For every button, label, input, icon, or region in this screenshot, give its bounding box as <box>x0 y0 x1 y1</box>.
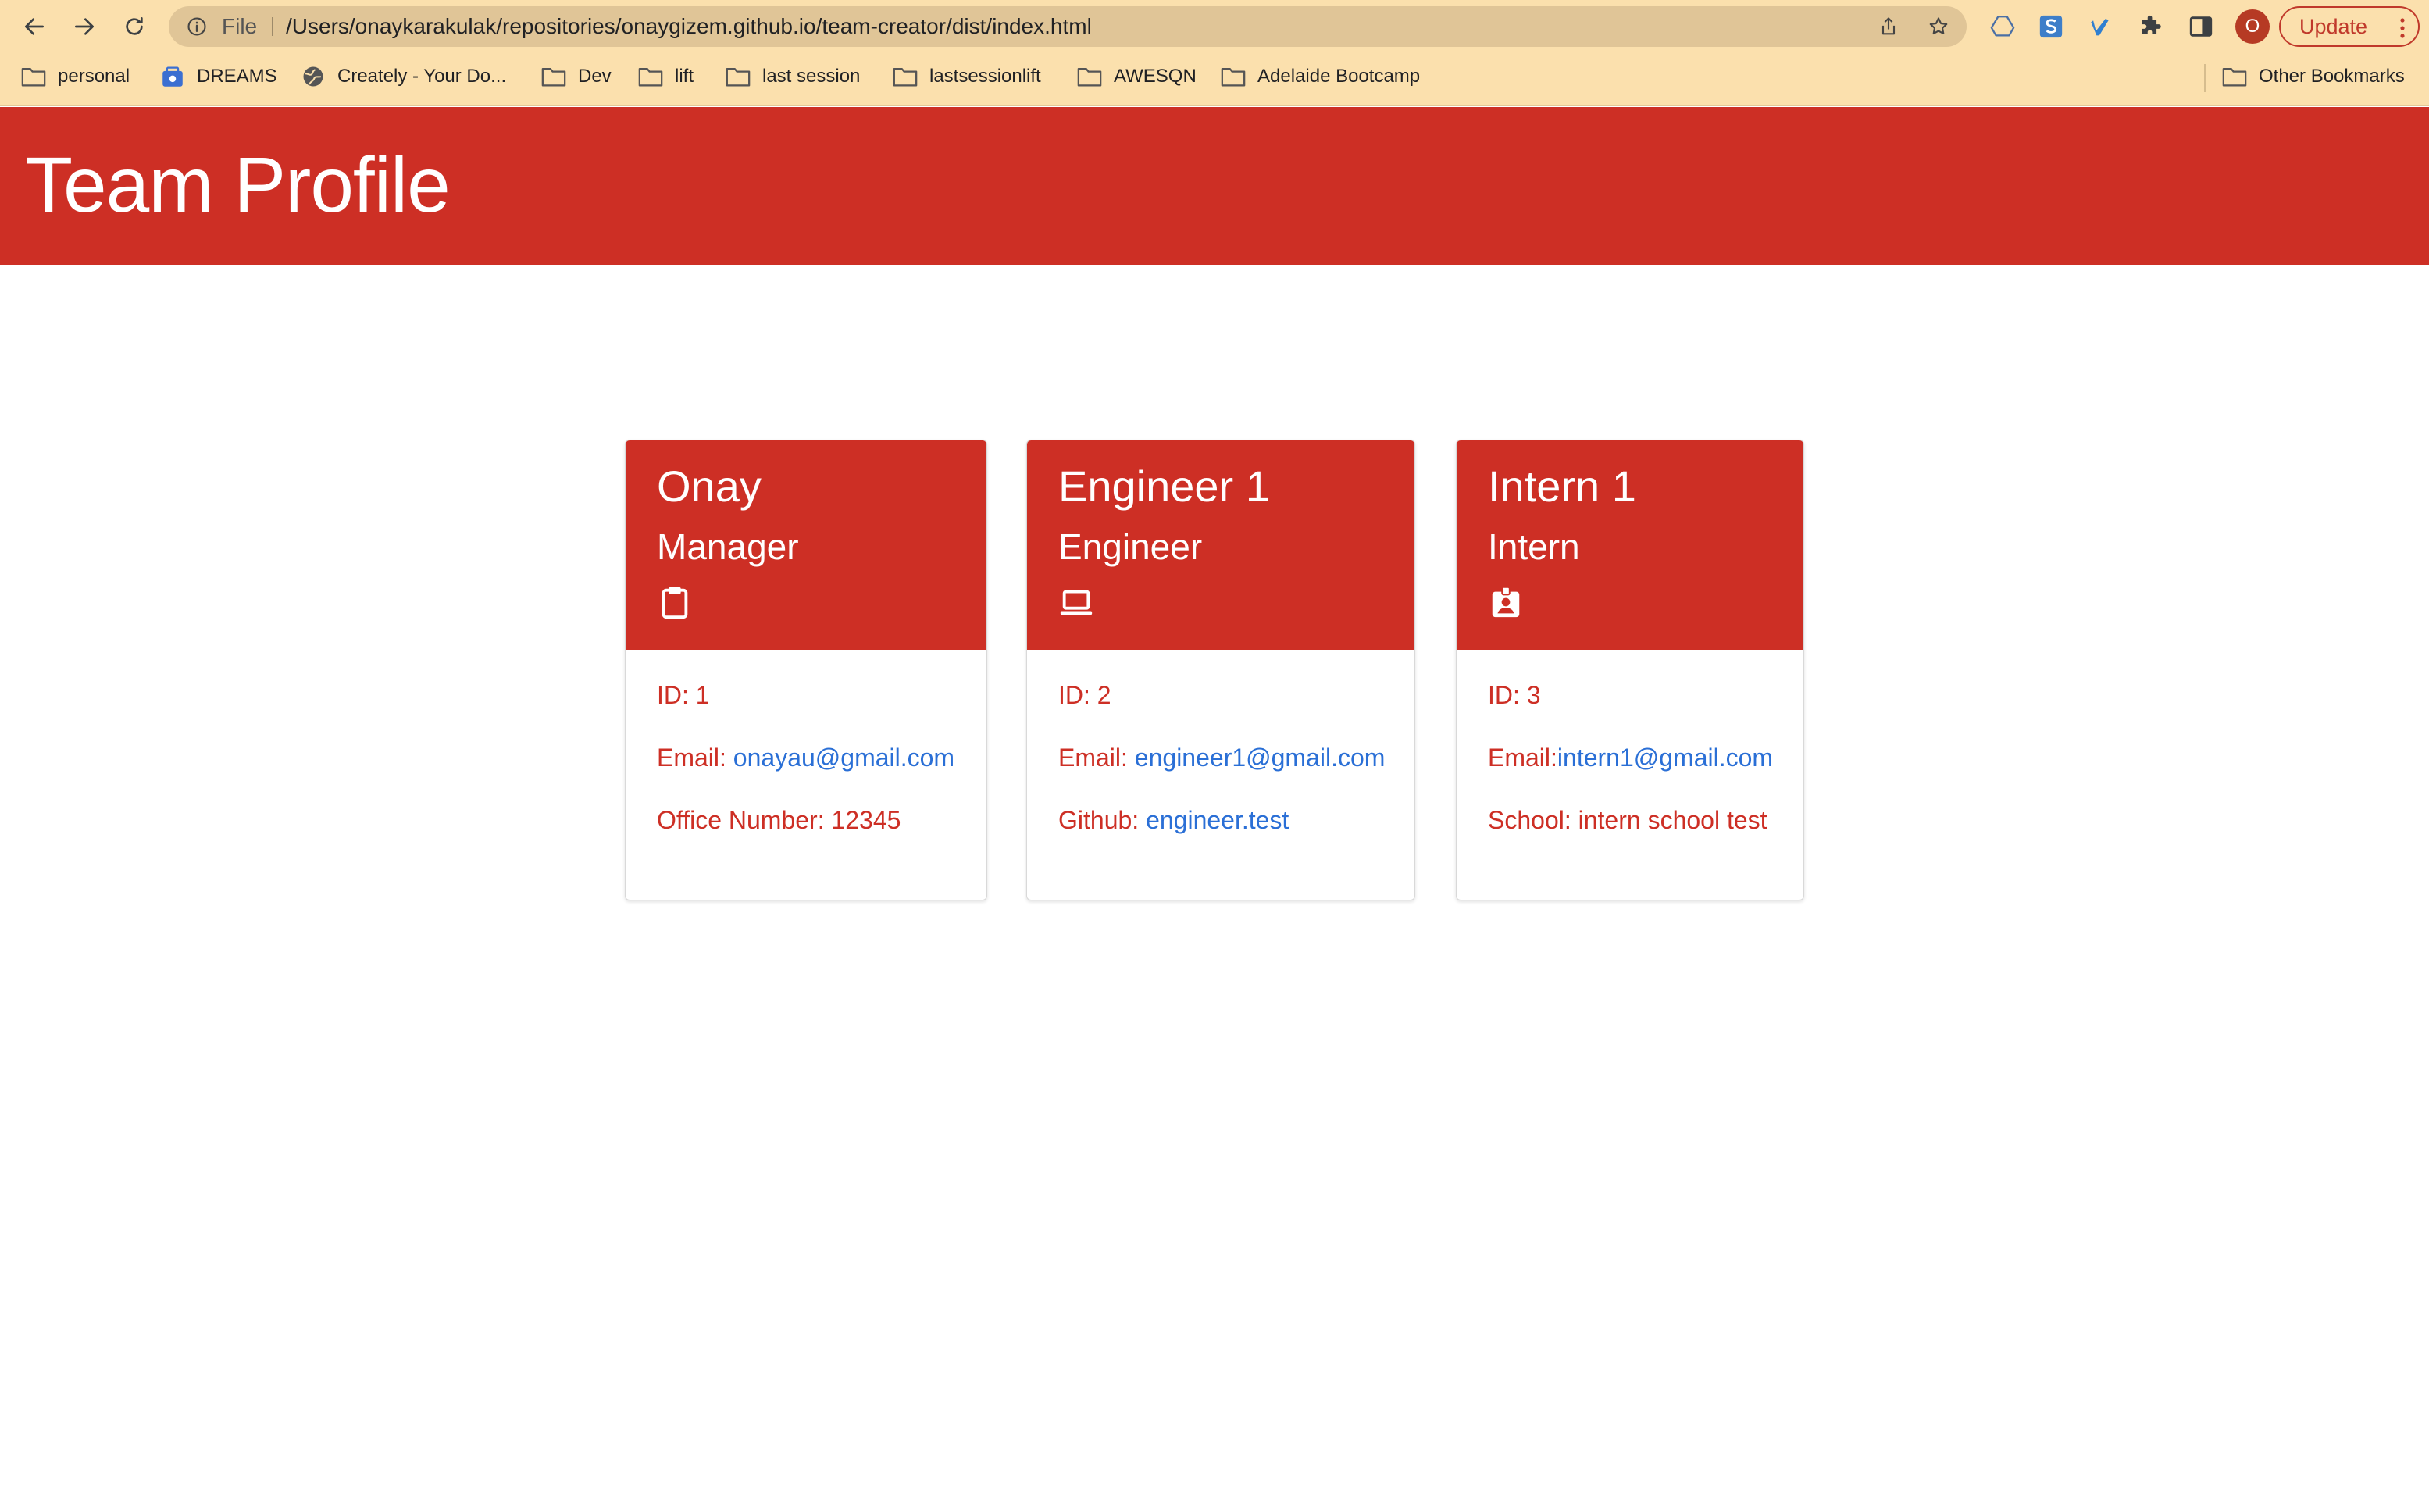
card-email-link[interactable]: engineer1@gmail.com <box>1135 744 1386 772</box>
reload-icon <box>126 17 143 35</box>
card-school: School: intern school test <box>1488 806 1767 834</box>
bookmark-lastsessionlift[interactable]: lastsessionlift <box>892 53 1041 100</box>
bookmark-dreams[interactable]: DREAMS <box>159 53 277 100</box>
page-header: Team Profile <box>0 107 2429 265</box>
update-button-label: Update <box>2299 14 2368 38</box>
card-header: Engineer 1 Engineer <box>1027 440 1414 650</box>
card-email-row: Email:intern1@gmail.com <box>1488 744 1773 772</box>
update-button[interactable]: Update <box>2279 6 2420 47</box>
profile-avatar[interactable]: O <box>2235 9 2270 44</box>
drive-extension-icon[interactable] <box>1987 11 2018 42</box>
bookmark-label: AWESQN <box>1114 66 1197 87</box>
address-bar[interactable]: File /Users/onaykarakulak/repositories/o… <box>169 6 1967 47</box>
card-role: Engineer <box>1058 526 1203 567</box>
arrow-right-icon <box>75 18 94 35</box>
bookmark-label: Adelaide Bootcamp <box>1257 66 1421 87</box>
browser-toolbar: File /Users/onaykarakulak/repositories/o… <box>0 0 2429 53</box>
card-email-link[interactable]: onayau@gmail.com <box>733 744 954 772</box>
team-card-manager: Onay Manager ID: 1 Email: onayau@gmail.c… <box>625 440 987 900</box>
folder-icon <box>541 67 566 87</box>
card-email-row: Email: onayau@gmail.com <box>657 744 954 772</box>
card-email-label: Email: <box>657 744 733 772</box>
arrow-left-icon <box>25 18 44 35</box>
card-header: Intern 1 Intern <box>1457 440 1803 650</box>
bookmark-awesqn[interactable]: AWESQN <box>1076 53 1197 100</box>
card-office-number: Office Number: 12345 <box>657 806 901 834</box>
s-extension-icon[interactable] <box>2035 11 2067 42</box>
card-name: Onay <box>657 462 762 511</box>
info-icon[interactable] <box>186 16 208 37</box>
team-card-engineer: Engineer 1 Engineer ID: 2 Email: enginee… <box>1026 440 1415 900</box>
card-role: Intern <box>1488 526 1580 567</box>
star-icon[interactable] <box>1928 16 1949 37</box>
bookmark-creately[interactable]: Creately - Your Do... <box>300 53 506 100</box>
folder-icon <box>893 67 918 87</box>
url-text[interactable]: /Users/onaykarakulak/repositories/onaygi… <box>286 6 1092 47</box>
other-bookmarks-label: Other Bookmarks <box>2259 66 2405 87</box>
folder-icon <box>638 67 663 87</box>
share-icon[interactable] <box>1878 16 1899 37</box>
bookmark-label: Creately - Your Do... <box>337 66 507 87</box>
team-card-intern: Intern 1 Intern ID: 3 Email:intern1@gmai… <box>1456 440 1804 900</box>
reload-button[interactable] <box>116 8 153 45</box>
bookmark-label: lift <box>675 66 694 87</box>
back-button[interactable] <box>16 8 53 45</box>
bookmark-lift[interactable]: lift <box>637 53 694 100</box>
vimeo-extension-icon[interactable] <box>2085 11 2117 42</box>
bookmarks-bar: personal DREAMS Creately - Your Do... De… <box>0 53 2429 106</box>
card-header: Onay Manager <box>626 440 986 650</box>
clipboard-icon <box>662 587 688 619</box>
folder-icon <box>1221 67 1246 87</box>
card-github-label: Github: <box>1058 806 1147 834</box>
puzzle-icon[interactable] <box>2135 11 2167 42</box>
more-vert-icon <box>2400 18 2405 38</box>
page-title: Team Profile <box>25 141 451 229</box>
card-email-label: Email: <box>1058 744 1135 772</box>
folder-icon <box>21 67 46 87</box>
card-name: Intern 1 <box>1488 462 1636 511</box>
card-name: Engineer 1 <box>1058 462 1270 511</box>
bookmark-label: personal <box>58 66 130 87</box>
bookmark-adelaide-bootcamp[interactable]: Adelaide Bootcamp <box>1220 53 1420 100</box>
bookmark-last-session[interactable]: last session <box>725 53 860 100</box>
card-github-row: Github: engineer.test <box>1058 806 1289 835</box>
card-email-link[interactable]: intern1@gmail.com <box>1557 744 1773 772</box>
globe-icon <box>303 66 323 87</box>
folder-icon <box>1077 67 1102 87</box>
bookmark-dev[interactable]: Dev <box>540 53 612 100</box>
card-github-link[interactable]: engineer.test <box>1146 806 1289 834</box>
dreams-icon <box>162 66 183 87</box>
url-separator <box>272 17 273 36</box>
card-email-label: Email: <box>1488 744 1557 772</box>
card-id: ID: 3 <box>1488 681 1541 709</box>
card-role: Manager <box>657 526 799 567</box>
card-id: ID: 1 <box>657 681 710 709</box>
bookmark-label: Dev <box>578 66 612 87</box>
bookmark-label: last session <box>762 66 861 87</box>
card-email-row: Email: engineer1@gmail.com <box>1058 744 1385 772</box>
folder-icon <box>726 67 751 87</box>
bookmark-label: DREAMS <box>197 66 277 87</box>
folder-icon <box>2222 67 2247 87</box>
side-panel-icon[interactable] <box>2185 11 2217 42</box>
url-scheme-label: File <box>222 14 258 38</box>
other-bookmarks[interactable]: Other Bookmarks <box>2221 53 2405 100</box>
bookmarks-divider <box>2204 64 2206 92</box>
forward-button[interactable] <box>66 8 103 45</box>
card-id: ID: 2 <box>1058 681 1111 709</box>
id-badge-icon <box>1492 586 1520 618</box>
bookmark-label: lastsessionlift <box>929 66 1041 87</box>
bookmark-personal[interactable]: personal <box>20 53 130 100</box>
laptop-icon <box>1060 590 1093 615</box>
